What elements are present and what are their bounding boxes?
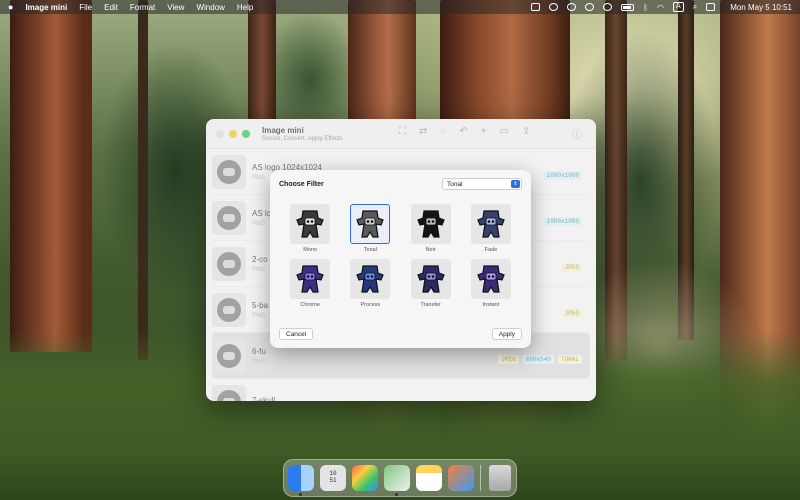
bluetooth-icon[interactable]: ᛒ <box>643 3 648 12</box>
play-icon[interactable] <box>603 3 613 11</box>
filter-option-chrome[interactable]: Chrome <box>280 259 340 308</box>
dock-trash-icon[interactable] <box>489 465 511 491</box>
dock-clock-hour: 10 <box>329 470 337 477</box>
filter-grid: Mono Tonal Noir Fade Chrome Process Transfer In… <box>280 204 521 308</box>
choose-filter-dialog: Choose Filter Tonal ⇕ Mono Tonal Noir Fade C… <box>270 170 531 348</box>
filter-preview <box>350 204 391 244</box>
menu-help[interactable]: Help <box>237 3 253 12</box>
filter-label: Process <box>360 302 381 308</box>
tree-mascot-icon <box>296 210 324 238</box>
dock-image-mini-icon[interactable] <box>384 465 410 496</box>
spotlight-search-icon[interactable]: ⌕ <box>693 2 697 12</box>
dock-finder-icon[interactable] <box>288 465 314 496</box>
filter-label: Tonal <box>363 247 377 253</box>
dock-notes-icon[interactable] <box>416 465 442 491</box>
filter-preview <box>350 259 391 299</box>
filter-label: Noir <box>425 247 436 253</box>
dock-clock-minute: 51 <box>329 477 337 484</box>
filter-preview <box>470 259 511 299</box>
timer-icon[interactable] <box>549 3 559 11</box>
battery-icon[interactable] <box>621 3 635 11</box>
filter-select[interactable]: Tonal ⇕ <box>442 178 522 190</box>
filter-option-transfer[interactable]: Transfer <box>401 259 461 308</box>
menu-edit[interactable]: Edit <box>104 3 118 12</box>
filter-label: Instant <box>482 302 500 308</box>
menu-bar: ● Image mini File Edit Format View Windo… <box>0 0 800 14</box>
filter-preview <box>410 204 451 244</box>
filter-label: Transfer <box>420 302 441 308</box>
chevron-updown-icon: ⇕ <box>511 180 520 188</box>
filter-option-noir[interactable]: Noir <box>401 204 461 253</box>
menu-view[interactable]: View <box>167 3 184 12</box>
filter-option-instant[interactable]: Instant <box>461 259 521 308</box>
filter-label: Chrome <box>300 302 320 308</box>
dock-photos-icon[interactable] <box>352 465 378 491</box>
dock-clock-icon[interactable]: 10 51 <box>320 465 346 491</box>
filter-label: Mono <box>303 247 317 253</box>
filter-option-mono[interactable]: Mono <box>280 204 340 253</box>
app-menu[interactable]: Image mini <box>25 3 67 12</box>
tree-mascot-icon <box>296 265 324 293</box>
filter-select-value: Tonal <box>447 180 463 188</box>
tree-mascot-icon <box>477 210 505 238</box>
cancel-button[interactable]: Cancel <box>279 328 314 340</box>
menu-format[interactable]: Format <box>130 3 155 12</box>
tree-mascot-icon <box>356 210 385 238</box>
menu-clock[interactable]: Mon May 5 10:51 <box>730 3 792 12</box>
filter-option-fade[interactable]: Fade <box>461 204 521 253</box>
apple-menu-icon[interactable]: ● <box>8 2 13 12</box>
screen-record-icon[interactable] <box>531 3 541 11</box>
filter-option-tonal[interactable]: Tonal <box>340 204 400 253</box>
filter-preview <box>290 204 331 244</box>
tree-mascot-icon <box>356 265 385 293</box>
input-source-icon[interactable]: A <box>673 2 684 12</box>
time-machine-icon[interactable] <box>567 3 577 11</box>
filter-preview <box>470 204 511 244</box>
wifi-icon[interactable]: ◠ <box>657 3 664 12</box>
filter-label: Fade <box>484 247 498 253</box>
dock-iphone-mirroring-icon[interactable] <box>448 465 474 491</box>
filter-preview <box>290 259 331 299</box>
menu-file[interactable]: File <box>79 3 92 12</box>
dialog-title: Choose Filter <box>279 181 324 188</box>
tree-mascot-icon <box>416 210 445 238</box>
filter-preview <box>410 259 451 299</box>
dock-separator <box>480 465 481 491</box>
control-center-icon[interactable] <box>706 3 716 11</box>
user-icon[interactable] <box>585 3 595 11</box>
menu-window[interactable]: Window <box>196 3 224 12</box>
apply-button[interactable]: Apply <box>491 328 522 340</box>
dock: 10 51 <box>283 459 517 497</box>
tree-mascot-icon <box>477 265 505 293</box>
tree-mascot-icon <box>416 265 445 293</box>
filter-option-process[interactable]: Process <box>340 259 400 308</box>
